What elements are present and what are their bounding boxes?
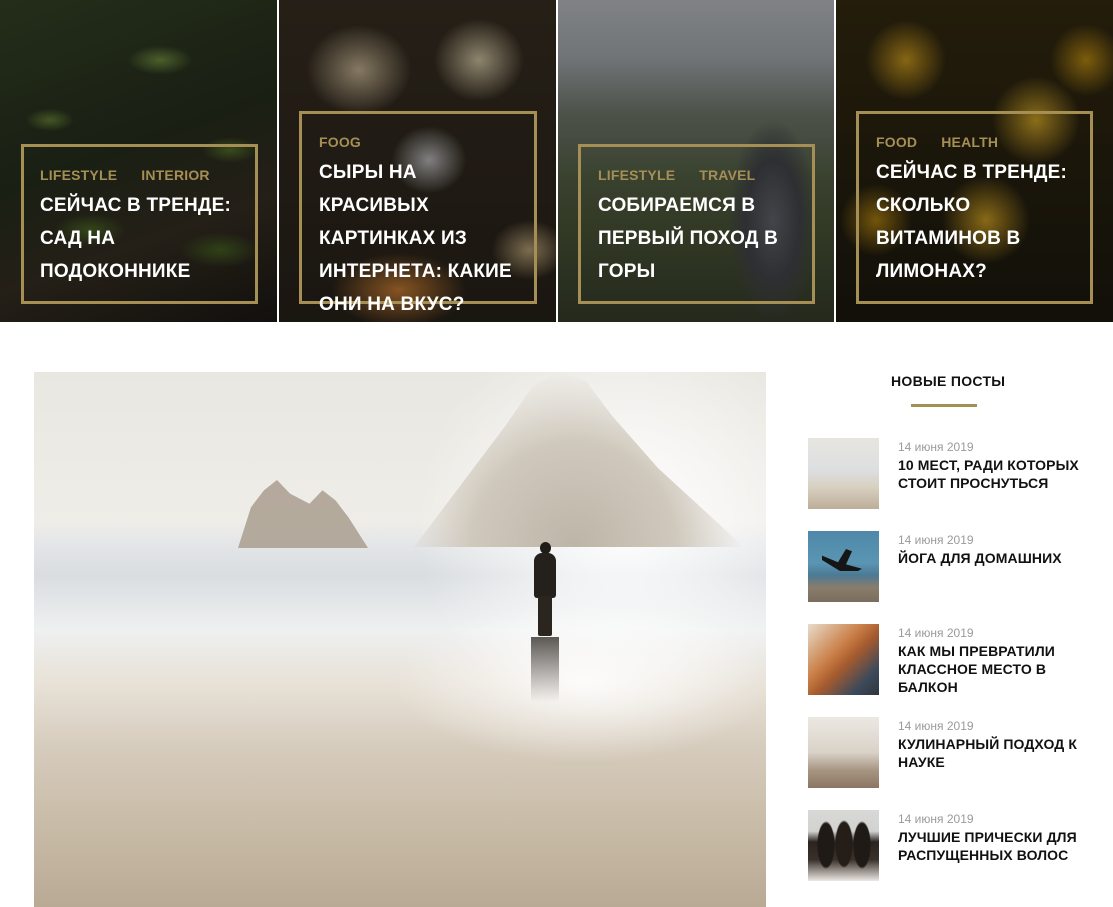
- featured-title[interactable]: СОБИРАЕМСЯ В ПЕРВЫЙ ПОХОД В ГОРЫ: [598, 189, 798, 288]
- post-date: 14 июня 2019: [898, 719, 974, 733]
- post-title[interactable]: КУЛИНАРНЫЙ ПОДХОД К НАУКЕ: [898, 735, 1088, 771]
- category-link[interactable]: INTERIOR: [141, 167, 210, 183]
- featured-categories: LIFESTYLE INTERIOR: [40, 167, 234, 183]
- rock-formation: [238, 480, 368, 548]
- featured-title[interactable]: СЫРЫ НА КРАСИВЫХ КАРТИНКАХ ИЗ ИНТЕРНЕТА:…: [319, 156, 529, 321]
- category-link[interactable]: FOOG: [319, 134, 361, 150]
- sidebar-post[interactable]: 14 июня 2019 10 МЕСТ, РАДИ КОТОРЫХ СТОИТ…: [808, 438, 1098, 510]
- post-thumbnail[interactable]: [808, 438, 879, 509]
- post-thumbnail[interactable]: [808, 624, 879, 695]
- post-thumbnail[interactable]: [808, 810, 879, 881]
- sidebar-post[interactable]: 14 июня 2019 ЙОГА ДЛЯ ДОМАШНИХ: [808, 531, 1098, 603]
- featured-title[interactable]: СЕЙЧАС В ТРЕНДЕ: САД НА ПОДОКОННИКЕ: [40, 189, 240, 288]
- featured-categories: LIFESTYLE TRAVEL: [598, 167, 779, 183]
- post-title[interactable]: ЛУЧШИЕ ПРИЧЕСКИ ДЛЯ РАСПУЩЕННЫХ ВОЛОС: [898, 828, 1088, 864]
- category-link[interactable]: TRAVEL: [699, 167, 755, 183]
- featured-title[interactable]: СЕЙЧАС В ТРЕНДЕ: СКОЛЬКО ВИТАМИНОВ В ЛИМ…: [876, 156, 1076, 288]
- post-date: 14 июня 2019: [898, 626, 974, 640]
- category-link[interactable]: LIFESTYLE: [598, 167, 675, 183]
- category-link[interactable]: HEALTH: [941, 134, 998, 150]
- featured-card-3[interactable]: LIFESTYLE TRAVEL СОБИРАЕМСЯ В ПЕРВЫЙ ПОХО…: [558, 0, 834, 322]
- sidebar-title: НОВЫЕ ПОСТЫ: [891, 373, 1006, 389]
- post-title[interactable]: 10 МЕСТ, РАДИ КОТОРЫХ СТОИТ ПРОСНУТЬСЯ: [898, 456, 1088, 492]
- post-title[interactable]: ЙОГА ДЛЯ ДОМАШНИХ: [898, 549, 1088, 567]
- featured-card-1[interactable]: LIFESTYLE INTERIOR СЕЙЧАС В ТРЕНДЕ: САД Н…: [0, 0, 277, 322]
- category-link[interactable]: LIFESTYLE: [40, 167, 117, 183]
- walking-person: [531, 542, 559, 637]
- featured-categories: FOOG: [319, 134, 385, 150]
- post-thumbnail[interactable]: [808, 531, 879, 602]
- main-post-image[interactable]: [34, 372, 766, 907]
- post-date: 14 июня 2019: [898, 533, 974, 547]
- sidebar-post[interactable]: 14 июня 2019 КАК МЫ ПРЕВРАТИЛИ КЛАССНОЕ …: [808, 624, 1098, 696]
- category-link[interactable]: FOOD: [876, 134, 917, 150]
- featured-categories: FOOD HEALTH: [876, 134, 1022, 150]
- featured-card-2[interactable]: FOOG СЫРЫ НА КРАСИВЫХ КАРТИНКАХ ИЗ ИНТЕР…: [279, 0, 556, 322]
- post-title[interactable]: КАК МЫ ПРЕВРАТИЛИ КЛАССНОЕ МЕСТО В БАЛКО…: [898, 642, 1088, 696]
- post-thumbnail[interactable]: [808, 717, 879, 788]
- featured-card-4[interactable]: FOOD HEALTH СЕЙЧАС В ТРЕНДЕ: СКОЛЬКО ВИТА…: [836, 0, 1113, 322]
- post-date: 14 июня 2019: [898, 812, 974, 826]
- post-date: 14 июня 2019: [898, 440, 974, 454]
- sidebar-divider: [911, 404, 977, 407]
- sidebar-post[interactable]: 14 июня 2019 ЛУЧШИЕ ПРИЧЕСКИ ДЛЯ РАСПУЩЕ…: [808, 810, 1098, 882]
- sidebar-post[interactable]: 14 июня 2019 КУЛИНАРНЫЙ ПОДХОД К НАУКЕ: [808, 717, 1098, 789]
